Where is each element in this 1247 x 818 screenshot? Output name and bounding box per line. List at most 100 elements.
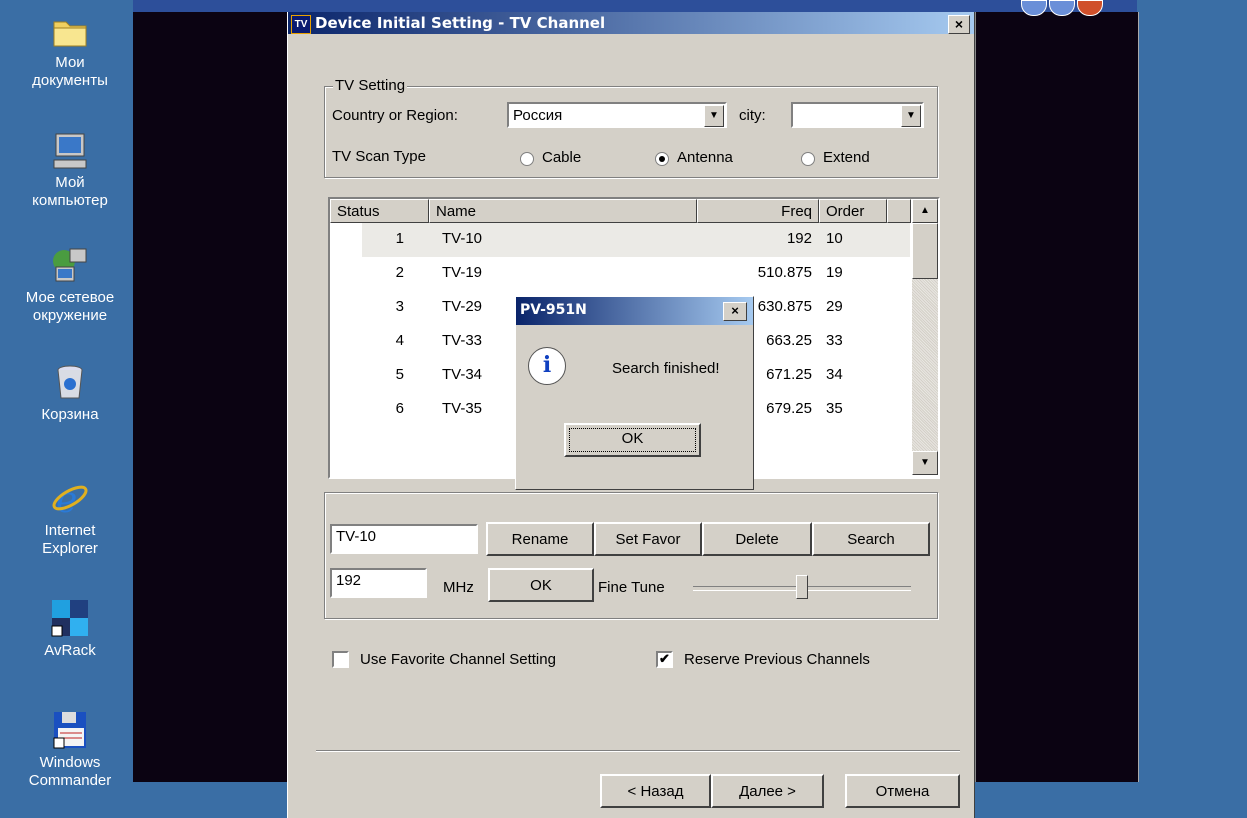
next-button-label: Далее >: [739, 783, 796, 800]
column-header-spacer: [887, 199, 911, 223]
cell-freq: 192: [786, 230, 812, 247]
scan-type-label: TV Scan Type: [332, 148, 426, 165]
desktop-icon-label: Корзина: [41, 406, 99, 423]
background-window-left: [133, 12, 288, 782]
freq-ok-button-label: OK: [530, 577, 552, 594]
radio-extend[interactable]: [801, 152, 815, 166]
desktop-icon-label: Мои: [55, 54, 85, 71]
delete-button[interactable]: Delete: [702, 522, 812, 556]
msgbox-ok-label: OK: [621, 430, 644, 447]
rename-button-label: Rename: [511, 531, 569, 548]
desktop-icon-label: AvRack: [44, 642, 96, 659]
desktop-icon-windows-commander[interactable]: Windows Commander: [0, 710, 140, 790]
radio-label-antenna: Antenna: [677, 149, 733, 166]
delete-button-label: Delete: [735, 531, 779, 548]
rename-button[interactable]: Rename: [486, 522, 594, 556]
background-window-right: [975, 12, 1139, 782]
wizard-close-button[interactable]: ×: [948, 15, 970, 34]
footer-separator: [316, 750, 960, 752]
desktop-icon-label: Мое сетевое: [25, 289, 115, 306]
set-favor-button-label: Set Favor: [615, 531, 681, 548]
next-button[interactable]: Далее >: [711, 774, 824, 808]
search-button[interactable]: Search: [812, 522, 930, 556]
scroll-up-icon[interactable]: ▲: [912, 199, 938, 223]
desktop-icon-label: компьютер: [32, 192, 108, 209]
desktop-icon-label: Windows: [39, 754, 101, 771]
cell-name: TV-29: [442, 298, 483, 315]
desktop-icon-label: Commander: [28, 772, 112, 789]
table-row[interactable]: 1 TV-10 192 10: [330, 223, 910, 257]
radio-cable[interactable]: [520, 152, 534, 166]
fine-tune-slider-thumb[interactable]: [796, 575, 808, 599]
desktop-icon-label: Internet: [44, 522, 96, 539]
msgbox-ok-button[interactable]: OK: [564, 423, 701, 457]
desktop-icon-avrack[interactable]: AvRack: [0, 598, 140, 660]
country-select[interactable]: Россия ▼: [507, 102, 727, 128]
ie-icon: e: [50, 478, 90, 521]
cell-name: TV-19: [442, 264, 483, 281]
cell-order: 19: [826, 264, 843, 281]
desktop-icon-internet-explorer[interactable]: e Internet Explorer: [0, 478, 140, 558]
channel-name-input[interactable]: TV-10: [330, 524, 478, 554]
use-favorite-checkbox[interactable]: [332, 651, 349, 668]
folder-icon: [50, 10, 90, 50]
reserve-previous-checkbox[interactable]: ✔: [656, 651, 673, 668]
desktop-icon-my-documents[interactable]: Мои документы: [0, 10, 140, 90]
frequency-input[interactable]: 192: [330, 568, 427, 598]
desktop-icon-network[interactable]: Мое сетевое окружение: [0, 245, 140, 325]
back-button-label: < Назад: [627, 783, 684, 800]
floppy-icon: [50, 710, 90, 750]
country-label: Country or Region:: [332, 107, 458, 124]
msgbox-close-button[interactable]: ×: [723, 302, 747, 321]
info-icon: i: [528, 347, 566, 385]
wizard-title: Device Initial Setting - TV Channel: [315, 14, 606, 32]
cell-order: 34: [826, 366, 843, 383]
city-select[interactable]: ▼: [791, 102, 924, 128]
search-finished-dialog: PV-951N × i Search finished! OK: [515, 296, 754, 490]
desktop-icon-label: Мой: [55, 174, 85, 191]
cell-status: 2: [395, 264, 404, 281]
back-button[interactable]: < Назад: [600, 774, 711, 808]
cancel-button-label: Отмена: [875, 783, 930, 800]
desktop-icon-my-computer[interactable]: Мой компьютер: [0, 130, 140, 210]
cell-order: 35: [826, 400, 843, 417]
desktop-icon-recycle-bin[interactable]: Корзина: [0, 362, 140, 424]
radio-antenna[interactable]: [655, 152, 669, 166]
chevron-down-icon[interactable]: ▼: [901, 105, 921, 127]
column-header-freq[interactable]: Freq: [697, 199, 819, 223]
set-favor-button[interactable]: Set Favor: [594, 522, 702, 556]
column-header-status[interactable]: Status: [330, 199, 429, 223]
cancel-button[interactable]: Отмена: [845, 774, 960, 808]
wizard-titlebar[interactable]: TV Device Initial Setting - TV Channel ×: [288, 12, 974, 34]
freq-ok-button[interactable]: OK: [488, 568, 594, 602]
cell-order: 33: [826, 332, 843, 349]
desktop-icon-label: окружение: [32, 307, 108, 324]
country-value: Россия: [513, 107, 563, 124]
background-window-titlebar: [133, 0, 1137, 12]
msgbox-title: PV-951N: [520, 302, 587, 318]
avrack-icon: [50, 598, 90, 638]
list-scrollbar[interactable]: ▲ ▼: [912, 199, 938, 475]
network-icon: [50, 245, 90, 285]
chevron-down-icon[interactable]: ▼: [704, 105, 724, 127]
desktop-icon-label: Explorer: [42, 540, 98, 557]
cell-name: TV-10: [442, 230, 483, 247]
desktop-icon-label: документы: [32, 72, 108, 89]
cell-order: 29: [826, 298, 843, 315]
use-favorite-label: Use Favorite Channel Setting: [360, 651, 556, 668]
fine-tune-label: Fine Tune: [598, 579, 665, 596]
cell-status: 3: [395, 298, 404, 315]
cell-order: 10: [826, 230, 843, 247]
msgbox-message: Search finished!: [612, 360, 720, 377]
table-row[interactable]: 2 TV-19 510.875 19: [330, 257, 910, 291]
scroll-down-icon[interactable]: ▼: [912, 451, 938, 475]
computer-icon: [50, 130, 90, 170]
cell-freq: 510.875: [757, 264, 812, 281]
msgbox-titlebar[interactable]: PV-951N ×: [516, 297, 753, 325]
tv-setting-legend: TV Setting: [333, 77, 408, 94]
column-header-name[interactable]: Name: [429, 199, 697, 223]
cell-name: TV-33: [442, 332, 483, 349]
cell-status: 5: [395, 366, 404, 383]
column-header-order[interactable]: Order: [819, 199, 887, 223]
scroll-thumb[interactable]: [912, 223, 938, 279]
